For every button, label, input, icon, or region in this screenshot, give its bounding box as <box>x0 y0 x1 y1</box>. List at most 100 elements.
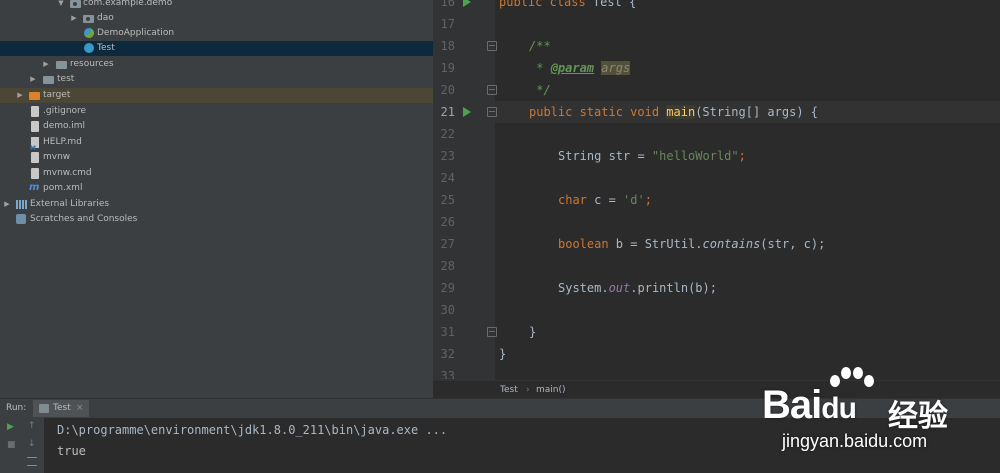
close-icon[interactable]: × <box>76 400 84 417</box>
package-icon <box>70 0 81 8</box>
tree-item-dao[interactable]: ▶ dao <box>0 11 433 26</box>
console-line-command: D:\programme\environment\jdk1.8.0_211\bi… <box>57 423 448 437</box>
line-number-current: 21 <box>440 105 455 119</box>
console-line-output: true <box>57 444 86 458</box>
run-tab-test[interactable]: Test × <box>33 400 89 417</box>
tree-item-label: demo.iml <box>43 121 85 131</box>
tree-item-gitignore[interactable]: .gitignore <box>0 104 433 119</box>
code-line: String str = "helloWorld"; <box>558 145 746 167</box>
line-number: 20 <box>440 83 455 97</box>
tree-item-label: target <box>43 90 71 100</box>
line-number: 18 <box>440 39 455 53</box>
tree-item-mvnw[interactable]: mvnw <box>0 150 433 165</box>
file-icon <box>31 106 39 117</box>
fold-icon[interactable] <box>487 107 497 117</box>
folder-orange-icon <box>29 92 40 100</box>
tree-item-package-root[interactable]: ▼ com.example.demo <box>0 0 433 11</box>
static-field: out <box>608 281 631 295</box>
method-name: main <box>666 105 696 119</box>
doc-param: args <box>601 61 631 75</box>
tree-item-resources[interactable]: ▶ resources <box>0 57 433 72</box>
line-number: 27 <box>440 237 455 251</box>
line-number: 24 <box>440 171 455 185</box>
keyword: char <box>558 193 595 207</box>
code-text: b = StrUtil. <box>615 237 703 251</box>
char-literal: 'd' <box>623 193 645 207</box>
fold-icon[interactable] <box>487 327 497 337</box>
tree-item-label: mvnw.cmd <box>43 168 92 178</box>
code-text: c = <box>594 193 624 207</box>
tree-item-label: Scratches and Consoles <box>30 214 138 224</box>
run-config-icon <box>39 404 49 413</box>
tree-item-label: com.example.demo <box>83 0 173 8</box>
tree-item-external-libraries[interactable]: ▶ External Libraries <box>0 197 433 212</box>
tree-item-target[interactable]: ▶ target <box>0 88 433 103</box>
expand-arrow-icon[interactable]: ▶ <box>69 11 79 26</box>
watermark-brand-bai: Bai <box>762 383 822 427</box>
stop-icon[interactable]: ■ <box>7 440 16 450</box>
expand-arrow-icon[interactable]: ▶ <box>41 57 51 72</box>
package-icon <box>83 15 94 23</box>
tree-item-test-folder[interactable]: ▶ test <box>0 72 433 87</box>
expand-arrow-icon[interactable]: ▼ <box>56 0 66 11</box>
line-number: 17 <box>440 17 455 31</box>
tree-item-scratches[interactable]: Scratches and Consoles <box>0 212 433 227</box>
code-line: char c = 'd'; <box>558 189 652 211</box>
expand-arrow-icon[interactable]: ▶ <box>15 88 25 103</box>
line-number: 19 <box>440 61 455 75</box>
code-text: (String[] args) { <box>695 105 819 119</box>
watermark-brand-du: du <box>821 392 857 425</box>
tree-item-label: Test <box>97 43 115 53</box>
library-icon <box>16 200 27 209</box>
line-number: 23 <box>440 149 455 163</box>
wrap-icon[interactable] <box>27 457 37 466</box>
line-number: 33 <box>440 369 455 379</box>
tree-item-help-md[interactable]: HELP.md <box>0 135 433 156</box>
file-icon <box>31 121 39 132</box>
expand-arrow-icon[interactable]: ▶ <box>2 197 12 212</box>
tree-item-label: pom.xml <box>43 183 83 193</box>
run-tab-label: Test <box>53 403 71 413</box>
tree-item-label: HELP.md <box>43 137 82 147</box>
tree-item-demoapplication[interactable]: DemoApplication <box>0 26 433 41</box>
run-class-icon[interactable] <box>463 0 471 7</box>
code-line: /** <box>529 39 551 53</box>
run-toolbar: ▶ ■ ↑ ↓ <box>0 418 44 473</box>
code-line: } <box>529 325 537 339</box>
code-line: */ <box>529 83 551 97</box>
tree-item-label: resources <box>70 59 114 69</box>
breadcrumb-item-test[interactable]: Test <box>500 381 518 399</box>
tree-item-label: test <box>57 74 75 84</box>
tree-item-mvnw-cmd[interactable]: mvnw.cmd <box>0 166 433 181</box>
breadcrumb-item-main[interactable]: main() <box>536 381 566 399</box>
code-text: Test { <box>592 0 637 9</box>
folder-icon <box>43 76 54 84</box>
code-text: .println(b); <box>630 281 717 295</box>
tree-item-label: dao <box>97 13 114 23</box>
rerun-icon[interactable]: ▶ <box>7 422 14 432</box>
fold-icon[interactable] <box>487 41 497 51</box>
doc-text: * <box>529 61 551 75</box>
tree-item-pom-xml[interactable]: m pom.xml <box>0 181 433 196</box>
up-arrow-icon[interactable]: ↑ <box>28 421 36 431</box>
maven-icon: m <box>29 182 40 193</box>
tree-item-label: .gitignore <box>43 106 87 116</box>
fold-icon[interactable] <box>487 85 497 95</box>
code-text: System. <box>558 281 609 295</box>
tree-item-label: External Libraries <box>30 199 110 209</box>
run-main-icon[interactable] <box>463 107 471 117</box>
code-line: } <box>499 347 507 361</box>
string-literal: "helloWorld" <box>651 149 739 163</box>
file-icon <box>31 168 39 179</box>
keyword: public class <box>499 0 593 9</box>
down-arrow-icon[interactable]: ↓ <box>28 439 36 449</box>
doc-tag: @param <box>550 61 595 75</box>
code-line: System.out.println(b); <box>558 277 717 299</box>
semicolon: ; <box>644 193 652 207</box>
expand-arrow-icon[interactable]: ▶ <box>28 72 38 87</box>
line-number: 22 <box>440 127 455 141</box>
folder-icon <box>56 61 67 69</box>
tree-item-test-class[interactable]: Test <box>0 41 433 56</box>
tree-item-demo-iml[interactable]: demo.iml <box>0 119 433 134</box>
code-line: * @param args <box>529 57 631 79</box>
